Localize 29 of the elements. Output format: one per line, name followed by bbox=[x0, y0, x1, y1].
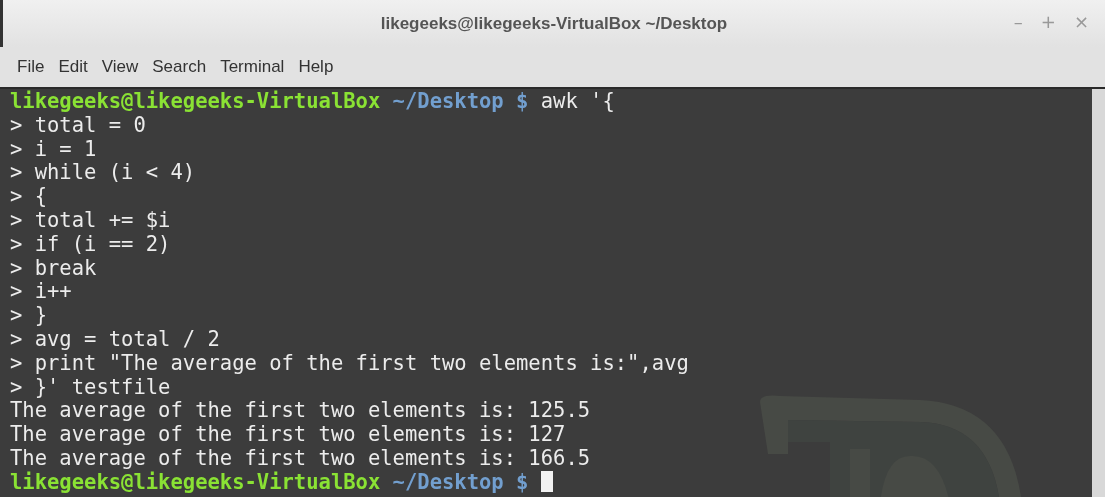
prompt-symbol: $ bbox=[516, 469, 529, 494]
output-line: > if (i == 2) bbox=[10, 232, 172, 257]
menu-item[interactable]: Edit bbox=[53, 55, 93, 79]
window-title: likegeeks@likegeeks-VirtualBox ~/Desktop bbox=[380, 13, 728, 34]
prompt-symbol: $ bbox=[516, 89, 529, 113]
menu-item[interactable]: Terminal bbox=[215, 55, 290, 79]
output-line: > avg = total / 2 bbox=[10, 327, 221, 352]
prompt-path: ~/Desktop bbox=[392, 89, 504, 113]
menu-item[interactable]: Search bbox=[147, 55, 212, 79]
menu-item[interactable]: File bbox=[12, 55, 50, 79]
output-line: > }' testfile bbox=[10, 375, 172, 400]
output-line: > } bbox=[10, 304, 49, 328]
output-line: > i++ bbox=[10, 280, 73, 305]
output-line: > total = 0 bbox=[10, 113, 147, 138]
output-line: > while (i < 4) bbox=[10, 161, 197, 186]
menu-item[interactable]: Help bbox=[293, 55, 339, 79]
output-line: > { bbox=[10, 185, 49, 209]
output-line: > total += $i bbox=[10, 209, 172, 233]
prompt-user: likegeeks@likegeeks-VirtualBox bbox=[10, 469, 381, 494]
output-line: > i = 1 bbox=[10, 137, 98, 162]
prompt-user: likegeeks@likegeeks-VirtualBox bbox=[10, 89, 381, 113]
output-line: > break bbox=[10, 256, 98, 281]
output-line: > print "The average of the first two elements is:",avg bbox=[10, 351, 690, 376]
command-text: awk '{ bbox=[540, 89, 615, 113]
output-line: The average of the first two elements is: 166.5 bbox=[10, 446, 592, 471]
output-line: The average of the first two elements is: 127 bbox=[10, 423, 567, 447]
prompt-path: ~/Desktop bbox=[392, 469, 504, 494]
output-line: The average of the first two elements is: 125.5 bbox=[10, 399, 592, 424]
menu-item[interactable]: View bbox=[96, 55, 144, 79]
